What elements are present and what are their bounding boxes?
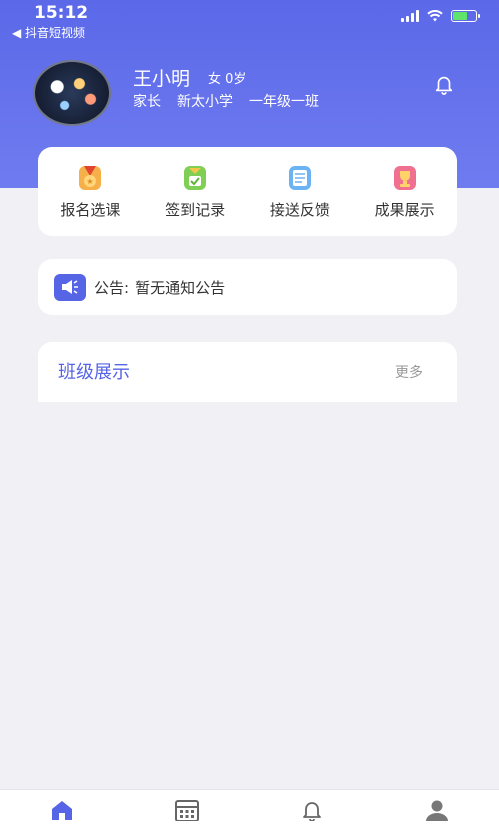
tab-calendar[interactable] — [125, 790, 250, 824]
document-icon — [288, 166, 311, 190]
notice-text: 暂无通知公告 — [135, 278, 226, 297]
notice-card[interactable]: 公告: 暂无通知公告 — [38, 259, 457, 315]
notice-label: 公告: — [94, 278, 130, 297]
back-to-app-link[interactable]: ◀ 抖音短视频 — [12, 24, 85, 41]
menu-achievements[interactable]: 成果展示 — [352, 147, 457, 236]
class-showcase-card: 班级展示 更多 — [38, 342, 457, 402]
tab-profile[interactable] — [374, 790, 499, 824]
user-role: 家长 — [133, 94, 161, 110]
tab-home[interactable] — [0, 790, 125, 824]
checkin-icon — [184, 166, 207, 190]
menu-checkin-record[interactable]: 签到记录 — [143, 147, 248, 236]
signal-icon — [401, 10, 419, 22]
status-bar: 15:12 ◀ 抖音短视频 — [0, 0, 499, 44]
tab-notifications[interactable] — [250, 790, 375, 824]
home-icon — [52, 801, 73, 820]
menu-label: 签到记录 — [165, 201, 226, 219]
user-info-row: 家长 新太小学 一年级一班 — [133, 91, 319, 111]
bottom-tab-bar — [0, 789, 499, 824]
wifi-icon — [427, 10, 443, 22]
menu-label: 成果展示 — [374, 201, 435, 219]
user-icon — [425, 800, 448, 821]
notification-bell-icon[interactable] — [433, 73, 455, 95]
bell-icon — [302, 802, 321, 821]
more-link[interactable]: 更多 — [395, 362, 423, 382]
menu-pickup-feedback[interactable]: 接送反馈 — [248, 147, 353, 236]
menu-label: 接送反馈 — [269, 201, 330, 219]
class-showcase-title: 班级展示 — [58, 362, 130, 383]
menu-label: 报名选课 — [60, 201, 121, 219]
user-gender-age: 女 0岁 — [208, 72, 247, 87]
status-time: 15:12 — [34, 3, 89, 23]
avatar[interactable] — [33, 60, 111, 126]
battery-icon — [451, 10, 480, 22]
user-name: 王小明 — [133, 68, 191, 90]
calendar-icon — [175, 800, 200, 821]
quick-menu-card: ★ 报名选课 签到记录 接送反馈 成果展示 — [38, 147, 457, 236]
menu-enroll-course[interactable]: ★ 报名选课 — [38, 147, 143, 236]
user-class: 一年级一班 — [249, 94, 319, 110]
megaphone-icon — [54, 273, 86, 301]
trophy-icon — [393, 166, 416, 190]
medal-icon: ★ — [79, 166, 102, 190]
user-school: 新太小学 — [177, 94, 233, 110]
svg-text:★: ★ — [87, 177, 94, 186]
